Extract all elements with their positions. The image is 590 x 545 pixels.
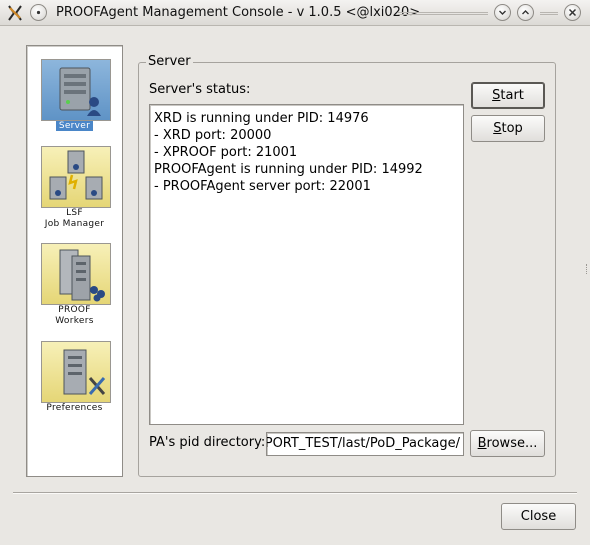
title-bar-grip-right xyxy=(540,12,558,15)
sidebar: Server LSF Job Manager PROOF Workers Pre… xyxy=(26,45,123,477)
status-line: - XRD port: 20000 xyxy=(154,128,272,143)
status-line: - PROOFAgent server port: 22001 xyxy=(154,179,371,194)
chevron-up-icon[interactable] xyxy=(517,4,534,21)
proof-workers-icon xyxy=(41,243,111,305)
preferences-icon xyxy=(41,341,111,403)
sidebar-item-label: PROOF Workers xyxy=(55,305,94,326)
status-line: - XPROOF port: 21001 xyxy=(154,145,298,160)
server-group-title: Server xyxy=(146,54,193,69)
footer-separator xyxy=(13,492,577,494)
sidebar-item-label: LSF Job Manager xyxy=(44,208,105,229)
sidebar-item-label: Preferences xyxy=(46,403,103,413)
window-title: PROOFAgent Management Console - v 1.0.5 … xyxy=(56,5,421,20)
server-status-label: Server's status: xyxy=(149,82,251,97)
server-status-text[interactable]: XRD is running under PID: 14976 - XRD po… xyxy=(149,104,464,425)
app-logo-icon[interactable] xyxy=(6,4,24,22)
sidebar-item-label: Server xyxy=(27,121,122,132)
lsf-job-manager-icon xyxy=(41,146,111,208)
title-bar-grip xyxy=(398,12,488,15)
pid-directory-field[interactable]: PORT_TEST/last/PoD_Package/ xyxy=(266,432,464,456)
close-icon[interactable] xyxy=(564,4,581,21)
status-line: XRD is running under PID: 14976 xyxy=(154,111,369,126)
dot-menu-icon[interactable] xyxy=(30,4,47,21)
browse-button[interactable]: Browse... xyxy=(470,430,545,457)
resize-grip[interactable] xyxy=(586,264,589,274)
title-bar: PROOFAgent Management Console - v 1.0.5 … xyxy=(0,0,590,26)
status-line: PROOFAgent is running under PID: 14992 xyxy=(154,162,423,177)
start-button[interactable]: Start xyxy=(471,82,545,109)
pid-directory-label: PA's pid directory: xyxy=(149,435,266,450)
stop-button[interactable]: Stop xyxy=(471,115,545,142)
server-icon xyxy=(41,59,111,121)
close-button[interactable]: Close xyxy=(501,503,576,530)
chevron-down-icon[interactable] xyxy=(494,4,511,21)
